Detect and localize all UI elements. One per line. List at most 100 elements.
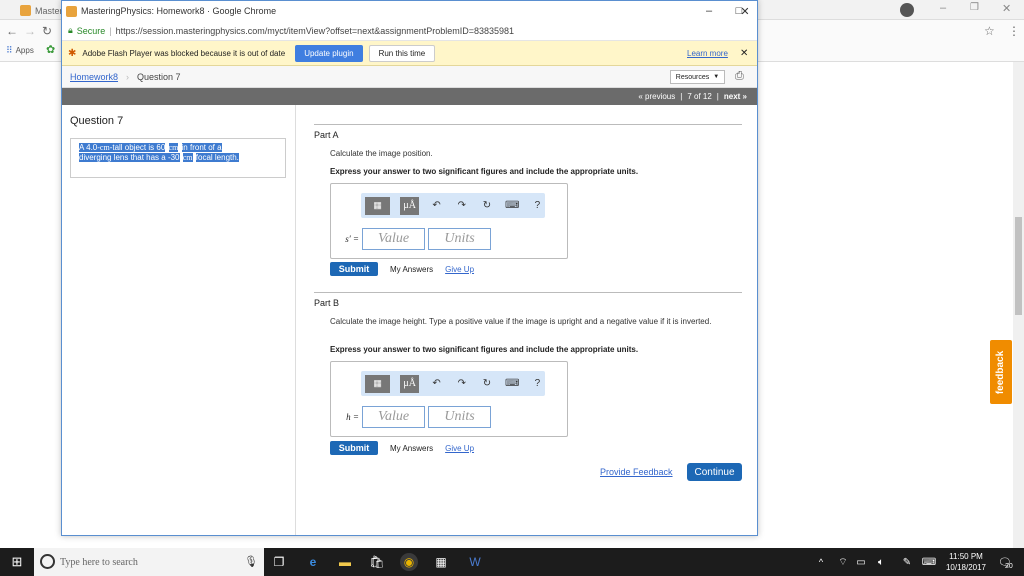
calculator-icon[interactable]: ▦ (432, 553, 450, 571)
reload-icon[interactable]: ↻ (42, 24, 52, 38)
reset-icon[interactable]: ↻ (479, 197, 494, 215)
window-title-bar: MasteringPhysics: Homework8 · Google Chr… (62, 1, 757, 21)
previous-link[interactable]: « previous (638, 92, 675, 101)
templates-icon[interactable]: ▦ (365, 196, 391, 215)
part-a-title: Part A (314, 130, 339, 140)
pen-icon[interactable]: ✎ (898, 553, 916, 571)
back-icon[interactable]: ← (6, 24, 18, 38)
part-a-value-input[interactable]: Value (362, 228, 425, 250)
units-mu-a-icon[interactable]: μÅ (400, 374, 419, 393)
clock[interactable]: 11:50 PM 10/18/2017 (944, 551, 988, 573)
part-b-prompt: Calculate the image height. Type a posit… (330, 317, 712, 326)
part-a-instruction: Express your answer to two significant f… (330, 167, 639, 176)
close-icon[interactable]: ✕ (1002, 2, 1011, 15)
feedback-tab[interactable]: feedback (990, 340, 1012, 404)
part-b-divider (314, 292, 742, 293)
keyboard-icon[interactable]: ⌨ (505, 197, 520, 215)
file-explorer-icon[interactable]: ▬ (336, 553, 354, 571)
profile-icon[interactable] (900, 3, 914, 17)
url-text: https://session.masteringphysics.com/myc… (115, 25, 515, 36)
microphone-icon[interactable]: 🎙︎ (244, 555, 258, 568)
volume-icon[interactable]: 🔈︎ (872, 553, 890, 571)
templates-icon[interactable]: ▦ (365, 374, 391, 393)
run-this-time-button[interactable]: Run this time (368, 44, 436, 62)
units-mu-a-icon[interactable]: μÅ (400, 196, 419, 215)
learn-more-link[interactable]: Learn more (687, 49, 728, 58)
puzzle-piece-icon: ✱ (68, 47, 77, 59)
undo-icon[interactable]: ↶ (429, 375, 444, 393)
tray-chevron-icon[interactable]: ^ (812, 553, 830, 571)
touch-keyboard-icon[interactable]: ⌨ (920, 553, 938, 571)
minimize-icon[interactable]: – (940, 2, 946, 14)
dropdown-arrow-icon: ▼ (713, 74, 720, 80)
next-link[interactable]: next » (724, 92, 747, 101)
address-bar[interactable]: 🔒︎ Secure | https://session.masteringphy… (62, 21, 757, 41)
part-a-submit-button[interactable]: Submit (330, 262, 378, 276)
forward-icon[interactable]: → (24, 24, 36, 38)
provide-feedback-link[interactable]: Provide Feedback (600, 467, 673, 477)
scrollbar-thumb[interactable] (1015, 217, 1022, 315)
restore-icon[interactable]: ❐ (970, 2, 979, 13)
breadcrumb-homework-link[interactable]: Homework8 (70, 72, 118, 82)
question-navigation: « previous | 7 of 12 | next » (62, 88, 757, 105)
windows-start-icon[interactable]: ⊞ (8, 553, 26, 571)
redo-icon[interactable]: ↷ (454, 375, 469, 393)
page-scrollbar[interactable] (1013, 62, 1024, 548)
breadcrumb: Homework8 › Question 7 Resources ▼ ⎙ (62, 66, 757, 88)
part-a-my-answers-link[interactable]: My Answers (390, 265, 433, 274)
part-b-my-answers-link[interactable]: My Answers (390, 444, 433, 453)
infobar-close-icon[interactable]: ✕ (740, 48, 748, 59)
keyboard-icon[interactable]: ⌨ (505, 375, 520, 393)
notification-count: 20 (1005, 563, 1013, 570)
edge-icon[interactable]: e (304, 553, 322, 571)
extension-icon[interactable]: ✿ (46, 43, 55, 56)
part-b-editor-toolbar: ▦ μÅ ↶ ↷ ↻ ⌨ ? (361, 371, 545, 396)
part-a-units-input[interactable]: Units (428, 228, 491, 250)
flash-blocked-infobar: ✱ Adobe Flash Player was blocked because… (62, 41, 757, 66)
part-b-actions: Submit My Answers Give Up (330, 441, 474, 455)
window-close-button[interactable]: ✕ (730, 3, 760, 19)
bookmark-star-icon[interactable]: ☆ (984, 24, 995, 38)
part-b-submit-button[interactable]: Submit (330, 441, 378, 455)
apps-grid-icon: ⠿ (6, 45, 13, 55)
lock-icon: 🔒︎ (68, 25, 73, 35)
problem-statement: A 4.0-cm-tall object is 60 cm in front o… (70, 138, 286, 178)
popup-window: MasteringPhysics: Homework8 · Google Chr… (61, 0, 758, 536)
part-b-value-input[interactable]: Value (362, 406, 425, 428)
print-icon[interactable]: ⎙ (735, 70, 744, 83)
part-b-title: Part B (314, 298, 340, 308)
cortana-icon (40, 554, 55, 569)
task-view-icon[interactable]: ❐ (270, 553, 288, 571)
continue-button[interactable]: Continue (687, 463, 742, 481)
taskbar: ⊞ Type here to search 🎙︎ ❐ e ▬ 🛍︎ ◉ ▦ W … (0, 548, 1024, 576)
menu-icon[interactable]: ⋮ (1008, 24, 1020, 38)
part-b-answer-editor: ▦ μÅ ↶ ↷ ↻ ⌨ ? h = Value Units (330, 361, 568, 437)
help-icon[interactable]: ? (530, 197, 545, 215)
reset-icon[interactable]: ↻ (479, 375, 494, 393)
store-icon[interactable]: 🛍︎ (368, 553, 386, 571)
part-b-instruction: Express your answer to two significant f… (330, 345, 639, 354)
part-b-give-up-link[interactable]: Give Up (445, 444, 474, 453)
breadcrumb-current: Question 7 (137, 71, 181, 82)
mastering-favicon-icon (66, 5, 77, 17)
chrome-icon[interactable]: ◉ (400, 553, 418, 571)
part-a-answer-row: s′ = Value Units (339, 228, 491, 250)
question-title: Question 7 (70, 115, 124, 127)
part-a-answer-editor: ▦ μÅ ↶ ↷ ↻ ⌨ ? s′ = Value Units (330, 183, 568, 259)
wifi-icon[interactable]: ⌔ (834, 553, 852, 571)
taskbar-search-input[interactable]: Type here to search 🎙︎ (34, 548, 264, 576)
help-icon[interactable]: ? (530, 375, 545, 393)
apps-shortcut[interactable]: ⠿ Apps (6, 45, 34, 56)
window-minimize-icon[interactable]: – (694, 3, 724, 19)
part-a-give-up-link[interactable]: Give Up (445, 265, 474, 274)
word-icon[interactable]: W (466, 553, 484, 571)
question-position: 7 of 12 (687, 92, 712, 101)
undo-icon[interactable]: ↶ (429, 197, 444, 215)
update-plugin-button[interactable]: Update plugin (295, 44, 363, 62)
resources-dropdown[interactable]: Resources ▼ (670, 70, 725, 84)
battery-icon[interactable]: ▭ (852, 553, 870, 571)
part-b-answer-row: h = Value Units (339, 406, 491, 428)
part-b-units-input[interactable]: Units (428, 406, 491, 428)
breadcrumb-chevron-icon: › (126, 71, 130, 82)
redo-icon[interactable]: ↷ (454, 197, 469, 215)
